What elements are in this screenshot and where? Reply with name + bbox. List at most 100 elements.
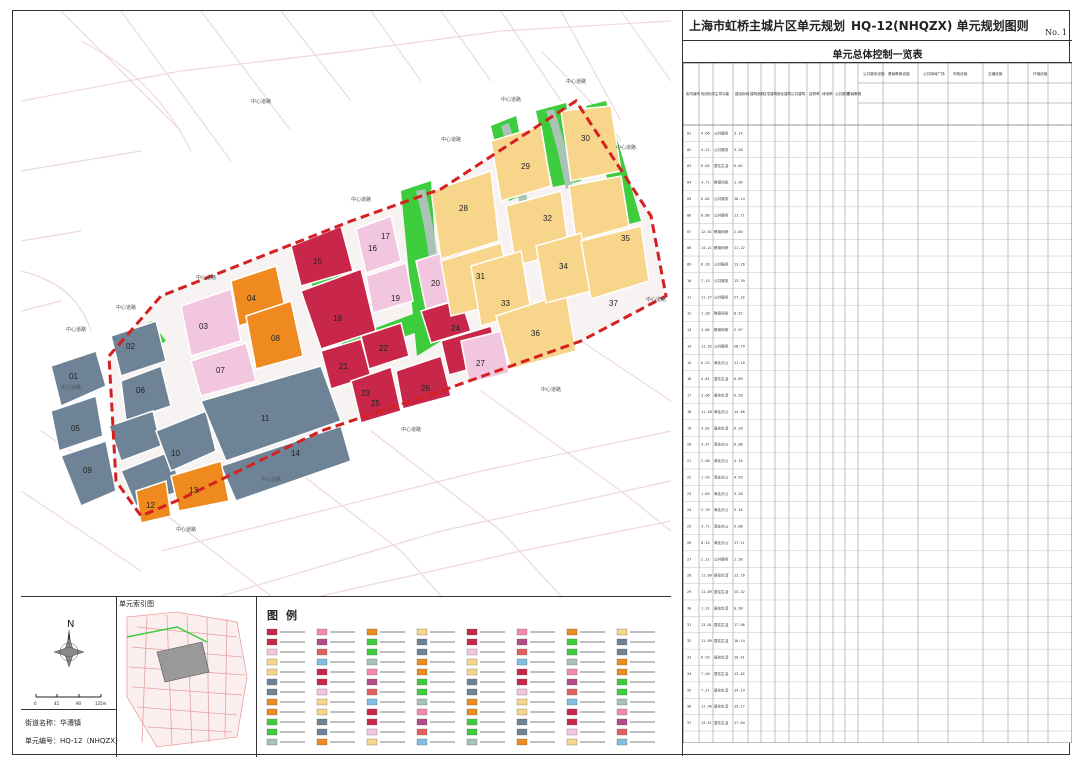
- unit-info: 街道名称：华漕镇 单元编号：HQ-12（NHQZX）: [21, 709, 122, 757]
- legend-swatch: [266, 738, 278, 746]
- parcel-number-03[interactable]: 03: [199, 322, 208, 331]
- table-cell: 22: [687, 475, 691, 479]
- legend-swatch: [466, 698, 478, 706]
- table-cell: 4.66: [701, 131, 710, 135]
- legend-panel: 图例: [257, 597, 671, 757]
- parcel-number-15[interactable]: 15: [313, 257, 322, 266]
- parcel-number-05[interactable]: 05: [71, 424, 80, 433]
- parcel-number-20[interactable]: 20: [431, 279, 440, 288]
- parcel-number-17[interactable]: 17: [381, 232, 390, 241]
- parcel-number-08[interactable]: 08: [271, 334, 280, 343]
- table-header-cell: 住宅建筑: [763, 91, 778, 96]
- index-map-panel[interactable]: 单元索引图: [117, 597, 257, 757]
- legend-swatch: [616, 708, 628, 716]
- parcel-number-10[interactable]: 10: [171, 449, 180, 458]
- table-cell: 居住生活: [714, 655, 729, 660]
- parcel-number-33[interactable]: 33: [501, 299, 510, 308]
- legend-swatch: [316, 658, 328, 666]
- road-label: 中心道路: [196, 274, 216, 281]
- parcel-number-35[interactable]: 35: [621, 234, 630, 243]
- parcel-number-22[interactable]: 22: [379, 344, 388, 353]
- parcel-number-28[interactable]: 28: [459, 204, 468, 213]
- table-cell: 13.51: [701, 721, 712, 725]
- table-cell: 27: [687, 557, 691, 561]
- legend-swatch: [266, 718, 278, 726]
- parcel-number-04[interactable]: 04: [247, 294, 256, 303]
- control-table-grid: 街坊编号 规划街坊 主导功能 建设用地 建筑面积住宅建筑 商业建筑 公共建筑 容积率 绿地率 公共…: [682, 62, 1073, 744]
- road-label: 中心道路: [441, 136, 461, 143]
- legend-caption: 图例: [267, 609, 305, 622]
- table-cell: 商业办公: [714, 442, 729, 447]
- table-cell: 11.09: [701, 590, 712, 594]
- parcel-number-14[interactable]: 14: [291, 449, 300, 458]
- legend-swatch: [416, 658, 428, 666]
- parcel-number-26[interactable]: 26: [421, 384, 430, 393]
- parcel-number-23[interactable]: 23: [361, 389, 370, 398]
- parcel-number-16[interactable]: 16: [368, 244, 377, 253]
- road-label: 中心道路: [616, 144, 636, 151]
- table-cell: 35: [687, 688, 691, 692]
- table-cell: 6.23: [701, 361, 710, 365]
- table-header-cell: 公共建筑: [791, 91, 806, 96]
- legend-swatch: [616, 628, 628, 636]
- table-cell: 19: [687, 426, 691, 430]
- control-table[interactable]: 街坊编号 规划街坊 主导功能 建设用地 建筑面积 住宅建筑 商业建筑 公共建筑 容积率 绿地率 公共…: [682, 62, 1073, 744]
- legend-swatch: [266, 638, 278, 646]
- legend-swatch: [616, 718, 628, 726]
- parcel-number-30[interactable]: 30: [581, 134, 590, 143]
- table-cell: 26: [687, 541, 691, 545]
- legend-swatch: [366, 638, 378, 646]
- table-cell: 教育科研: [714, 311, 729, 316]
- parcel-number-36[interactable]: 36: [531, 329, 540, 338]
- planning-map[interactable]: 中心道路 中心道路 中心道路 中心道路 中心道路 中心道路 中心道路 中心道路 …: [21, 11, 671, 596]
- parcel-number-37[interactable]: 37: [609, 299, 618, 308]
- legend-swatch: [516, 658, 528, 666]
- legend-swatch: [266, 668, 278, 676]
- table-cell: 9.88: [734, 525, 743, 529]
- table-cell: 公共服务: [714, 343, 729, 348]
- parcel-number-29[interactable]: 29: [521, 162, 530, 171]
- parcel-number-02[interactable]: 02: [126, 342, 135, 351]
- parcel-number-06[interactable]: 06: [136, 386, 145, 395]
- parcel-number-24[interactable]: 24: [451, 324, 460, 333]
- parcel-number-32[interactable]: 32: [543, 214, 552, 223]
- legend-swatch: [566, 708, 578, 716]
- table-cell: 居住生活: [714, 671, 729, 676]
- legend-swatch: [616, 658, 628, 666]
- parcel-number-09[interactable]: 09: [83, 466, 92, 475]
- parcel-number-21[interactable]: 21: [339, 362, 348, 371]
- parcel-number-31[interactable]: 31: [476, 272, 485, 281]
- parcel-number-13[interactable]: 13: [189, 486, 198, 495]
- table-cell: 3.06: [701, 394, 710, 398]
- table-cell: 公共服务: [714, 556, 729, 561]
- parcel-number-07[interactable]: 07: [216, 366, 225, 375]
- table-cell: 3.37: [701, 443, 710, 447]
- table-cell: 居住生活: [714, 393, 729, 398]
- legend-swatch: [616, 638, 628, 646]
- table-cell: 21: [687, 459, 691, 463]
- table-cell: 商业办公: [714, 491, 729, 496]
- sheet-number: No. 1: [1045, 28, 1067, 37]
- table-cell: 居住生活: [714, 605, 729, 610]
- road-label: 中心道路: [646, 296, 666, 303]
- legend-swatch: [466, 688, 478, 696]
- parcel-number-25[interactable]: 25: [371, 399, 380, 408]
- parcel-number-01[interactable]: 01: [69, 372, 78, 381]
- legend-swatch: [466, 718, 478, 726]
- table-cell: 29: [687, 590, 691, 594]
- parcel-number-34[interactable]: 34: [559, 262, 568, 271]
- table-cell: 11.96: [701, 705, 712, 709]
- parcel-number-19[interactable]: 19: [391, 294, 400, 303]
- table-header-cell: 商业建筑: [777, 91, 792, 96]
- legend-swatch: [516, 728, 528, 736]
- parcel-number-27[interactable]: 27: [476, 359, 485, 368]
- road-label: 中心道路: [176, 526, 196, 533]
- table-cell: 13.39: [734, 279, 745, 283]
- table-cell: 1.58: [734, 557, 743, 561]
- legend-swatch: [416, 678, 428, 686]
- parcel-number-11[interactable]: 11: [261, 414, 270, 423]
- parcel-number-18[interactable]: 18: [333, 314, 342, 323]
- legend-swatch: [566, 678, 578, 686]
- parcel-number-12[interactable]: 12: [146, 501, 155, 510]
- table-cell: 12.16: [734, 574, 745, 578]
